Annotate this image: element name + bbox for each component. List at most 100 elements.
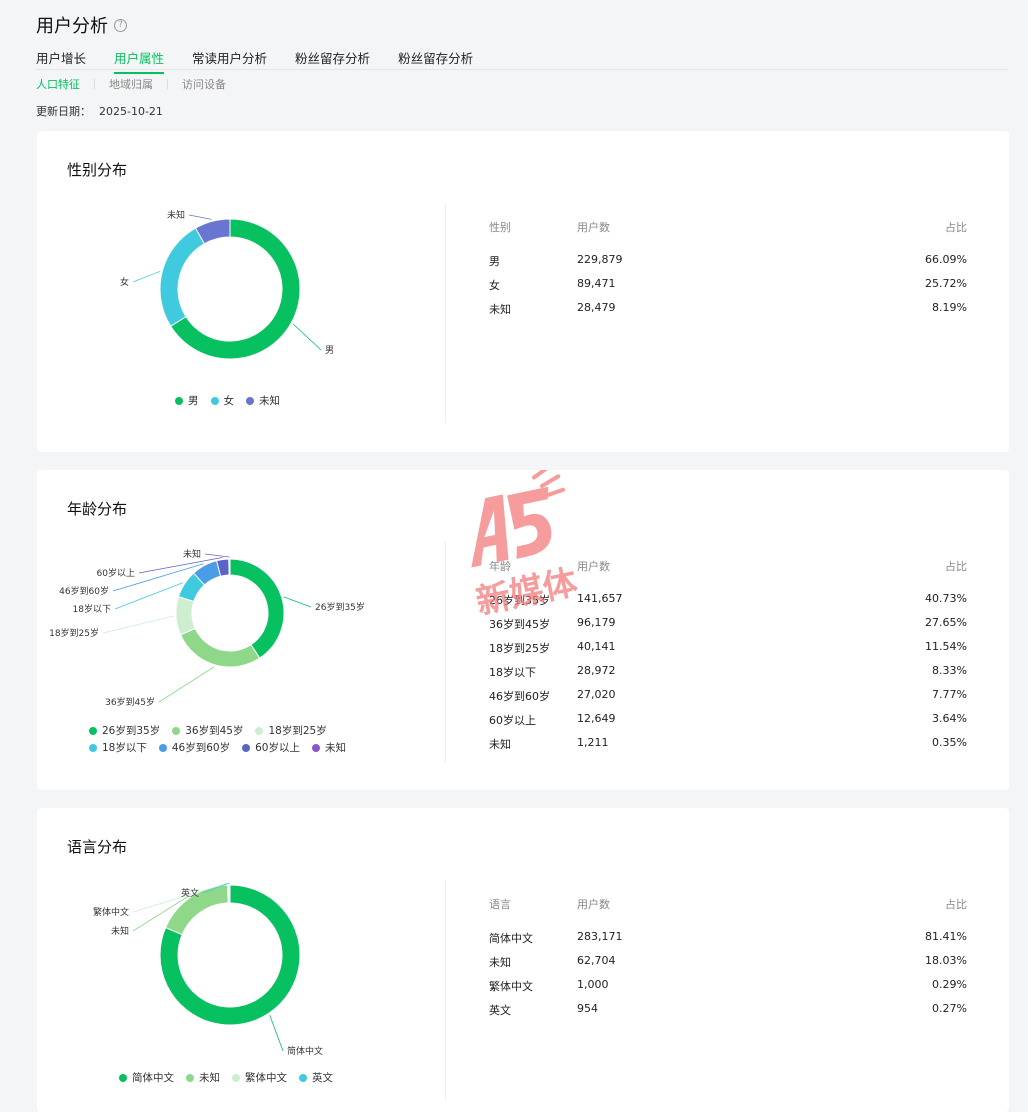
legend-dot-icon [232,1073,240,1082]
legend-dot-icon [311,743,320,752]
help-icon[interactable]: ? [114,18,127,32]
row-name: 60岁以上 [489,714,536,727]
row-count: 28,479 [577,301,616,314]
row-count: 1,000 [577,978,609,991]
row-name: 18岁以下 [489,666,536,679]
age-slice-2[interactable] [175,595,196,636]
gender-slice-1[interactable] [159,227,206,327]
age-table-row: 18岁到25岁 40,141 11.54% [489,640,967,664]
row-name: 未知 [489,303,511,316]
age-card: 年龄分布 26岁到35岁 36岁到45岁 18岁到25岁 18岁以下 46岁到60岁 60… [37,470,1009,790]
age-leader-line-0 [283,596,312,608]
age-legend-item-2[interactable]: 18岁到25岁 [255,723,327,738]
row-percentage: 0.35% [932,736,967,749]
subtab-separator [94,79,95,89]
row-name: 18岁到25岁 [489,642,550,655]
language-table-row: 未知 62,704 18.03% [489,954,967,978]
gender-legend-item-0[interactable]: 男 [175,393,199,408]
column-header: 性别 [489,221,511,234]
page-header: 用户分析 ? [36,12,127,38]
gender-leader-line-0 [292,323,322,351]
age-legend-item-6[interactable]: 未知 [311,740,346,755]
gender-table-header: 性别 用户数 占比 [489,219,967,234]
row-count: 89,471 [577,277,616,290]
language-leader-line-0 [269,1014,284,1052]
gender-leader-line-1 [132,270,161,283]
gender-legend-item-1[interactable]: 女 [210,393,234,408]
subtab-devices[interactable]: 访问设备 [182,76,226,92]
language-slice-label-2: 繁体中文 [93,906,129,918]
age-legend: 26岁到35岁 36岁到45岁 18岁到25岁 18岁以下 46岁到60岁 60岁以上 未知 [89,723,379,755]
legend-label: 男 [188,395,199,407]
gender-legend: 男 女 未知 [175,393,292,408]
row-percentage: 7.77% [932,688,967,701]
row-percentage: 25.72% [925,277,967,290]
row-percentage: 8.19% [932,301,967,314]
legend-dot-icon [186,1073,194,1082]
card-divider [445,203,446,423]
sub-tabs: 人口特征 地域归属 访问设备 [36,76,226,92]
row-name: 未知 [489,956,511,969]
legend-label: 36岁到45岁 [185,725,244,737]
tab-frequent-reader-analysis[interactable]: 常读用户分析 [192,48,267,74]
tab-fan-retention-analysis-2[interactable]: 粉丝留存分析 [398,48,473,74]
row-name: 女 [489,279,500,292]
row-percentage: 81.41% [925,930,967,943]
age-leader-line-3 [114,582,184,610]
column-header: 占比 [945,898,967,911]
row-count: 229,879 [577,253,623,266]
age-legend-item-3[interactable]: 18岁以下 [89,740,147,755]
legend-dot-icon [89,743,97,752]
subtab-demographics[interactable]: 人口特征 [36,76,80,92]
update-date-label: 更新日期： [36,105,91,118]
age-leader-line-2 [102,615,175,634]
age-legend-item-1[interactable]: 36岁到45岁 [172,723,243,738]
language-legend-item-0[interactable]: 简体中文 [119,1070,174,1085]
age-slice-label-6: 未知 [183,548,201,560]
age-table-header: 年龄 用户数 占比 [489,558,967,573]
legend-dot-icon [158,743,167,752]
main-tabs: 用户增长 用户属性 常读用户分析 粉丝留存分析 粉丝留存分析 [36,48,473,74]
legend-dot-icon [119,1073,127,1082]
row-percentage: 11.54% [925,640,967,653]
row-name: 简体中文 [489,932,533,945]
language-slice-label-1: 未知 [111,925,129,937]
legend-label: 未知 [259,395,280,407]
legend-dot-icon [172,726,181,735]
age-legend-item-5[interactable]: 60岁以上 [242,740,300,755]
tab-user-attributes[interactable]: 用户属性 [114,48,165,74]
tab-user-growth[interactable]: 用户增长 [36,48,86,74]
column-header: 用户数 [577,898,610,911]
age-slice-label-0: 26岁到35岁 [315,601,365,613]
legend-label: 18岁到25岁 [268,725,327,737]
gender-legend-item-2[interactable]: 未知 [246,393,280,408]
row-count: 1,211 [577,736,609,749]
update-date-value: 2025-10-21 [99,105,163,118]
subtab-region[interactable]: 地域归属 [109,76,153,92]
legend-label: 简体中文 [132,1072,174,1084]
language-donut-chart: 简体中文 未知 繁体中文 英文 [93,882,323,1057]
tab-fan-retention-analysis[interactable]: 粉丝留存分析 [295,48,370,74]
gender-leader-line-2 [188,214,212,220]
language-legend-item-3[interactable]: 英文 [299,1070,333,1085]
age-slice-0[interactable] [229,558,285,659]
language-table: 语言 用户数 占比 简体中文 283,171 81.41% 未知 62,704 18.03% 繁体… [489,896,967,1026]
legend-dot-icon [89,726,97,735]
age-slice-1[interactable] [179,627,261,668]
row-count: 27,020 [577,688,616,701]
language-table-row: 繁体中文 1,000 0.29% [489,978,967,1002]
language-legend-item-1[interactable]: 未知 [186,1070,220,1085]
age-legend-item-4[interactable]: 46岁到60岁 [158,740,230,755]
language-slice-3[interactable] [228,884,231,904]
row-name: 繁体中文 [489,980,533,993]
age-table-row: 60岁以上 12,649 3.64% [489,712,967,736]
row-count: 283,171 [577,930,623,943]
language-legend-item-2[interactable]: 繁体中文 [232,1070,287,1085]
row-count: 96,179 [577,616,616,629]
age-legend-item-0[interactable]: 26岁到35岁 [89,723,160,738]
row-count: 12,649 [577,712,616,725]
age-slice-6[interactable] [228,558,231,576]
column-header: 年龄 [489,560,511,573]
legend-label: 60岁以上 [255,742,300,754]
age-leader-line-1 [158,666,215,703]
